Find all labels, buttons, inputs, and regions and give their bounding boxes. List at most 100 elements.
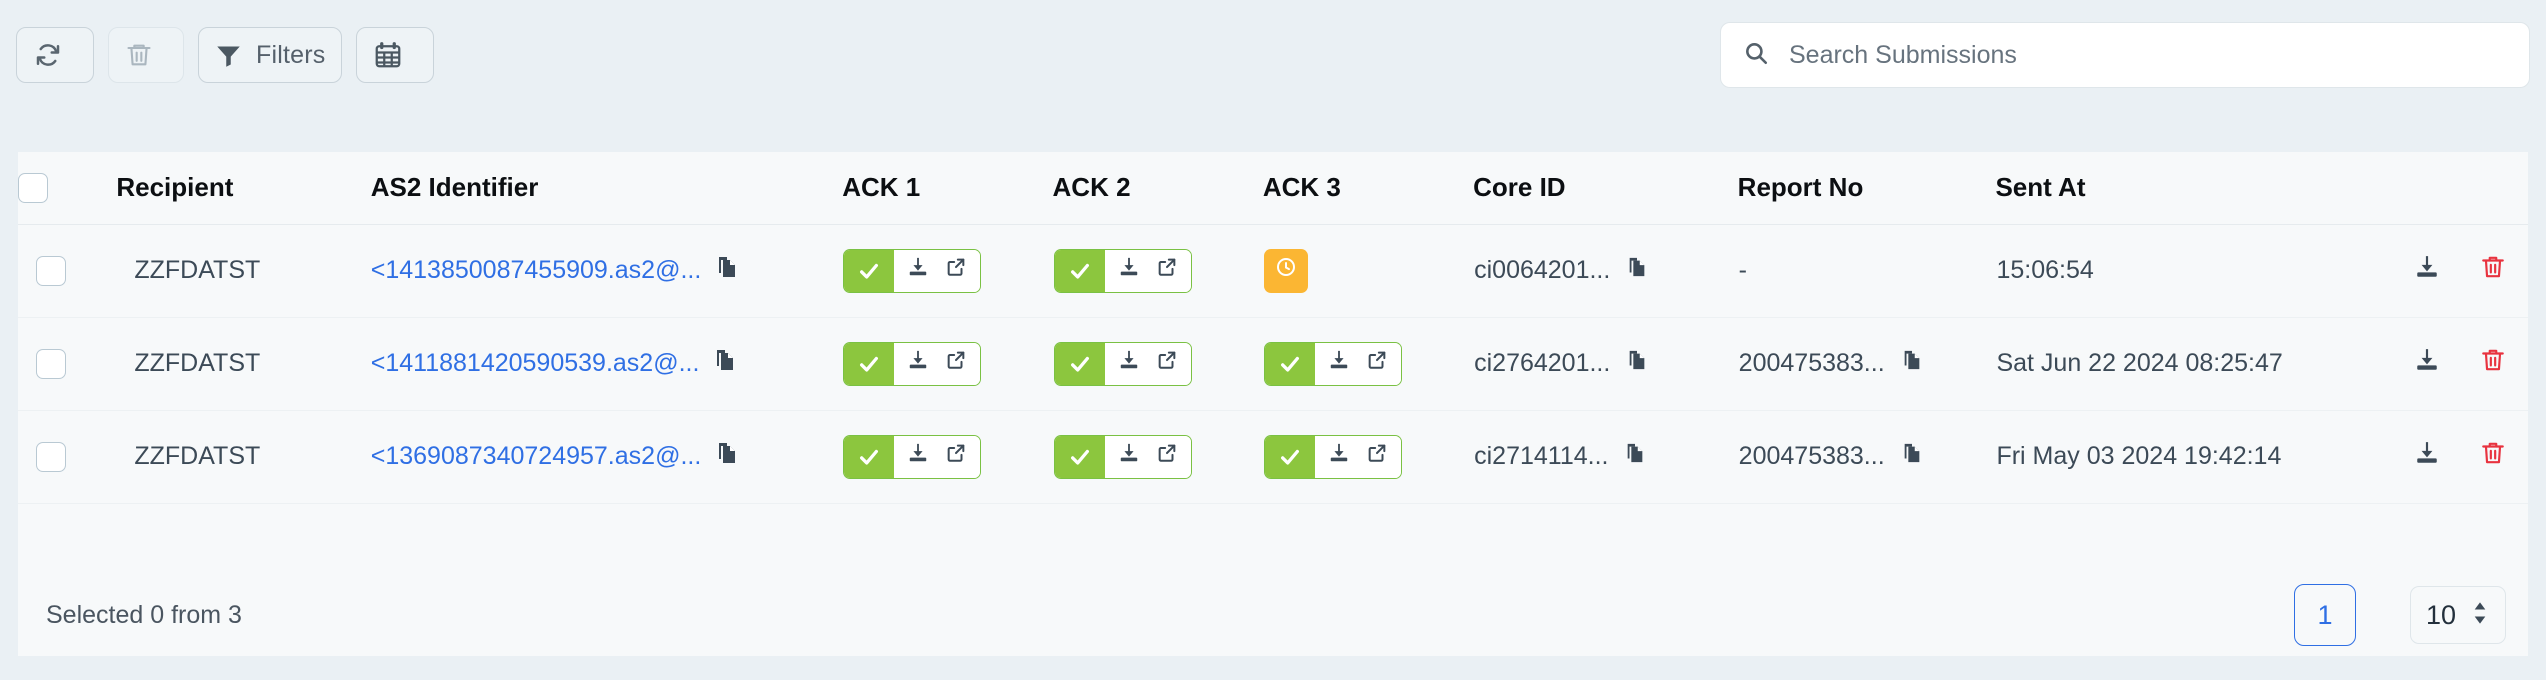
filters-label: Filters [256,40,326,69]
download-icon[interactable] [907,256,929,285]
calendar-button[interactable] [356,27,435,83]
download-icon[interactable] [1328,349,1350,378]
header-sent-at[interactable]: Sent At [1995,152,2335,225]
search-icon [1743,40,1769,71]
table-header: Recipient AS2 Identifier ACK 1 ACK 2 ACK… [18,152,2528,225]
download-icon[interactable] [907,442,929,471]
row-checkbox[interactable] [36,441,66,472]
copy-icon[interactable] [1624,442,1646,471]
select-all-checkbox[interactable] [18,172,48,203]
table-row[interactable]: ZZFDATST <1413850087455909.as2@... ci006… [18,224,2528,318]
download-icon[interactable] [2414,254,2440,287]
download-icon[interactable] [2414,347,2440,380]
download-icon[interactable] [1118,442,1140,471]
toolbar: Filters [0,0,2546,110]
external-link-icon[interactable] [1156,349,1178,378]
ack-status-complete[interactable] [1263,341,1402,386]
row-select-cell [18,224,117,318]
download-icon[interactable] [2414,440,2440,473]
cell-row-actions [2334,224,2528,318]
check-icon [1264,342,1315,385]
cell-ack2 [1052,224,1263,318]
check-icon [844,342,895,385]
download-icon[interactable] [1328,442,1350,471]
ack-status-complete[interactable] [843,341,982,386]
copy-icon[interactable] [713,348,737,379]
submissions-table: Recipient AS2 Identifier ACK 1 ACK 2 ACK… [18,152,2528,504]
copy-icon[interactable] [1901,349,1923,378]
external-link-icon[interactable] [1156,256,1178,285]
table-footer: Selected 0 from 3 1 10 [18,574,2528,656]
external-link-icon[interactable] [1366,442,1388,471]
ack-status-complete[interactable] [1053,341,1192,386]
external-link-icon[interactable] [945,442,967,471]
as2-identifier-link[interactable]: <1369087340724957.as2@... [371,442,702,471]
refresh-button[interactable] [16,27,94,83]
copy-icon[interactable] [715,441,739,472]
external-link-icon[interactable] [1156,442,1178,471]
ack-status-complete[interactable] [1053,434,1192,479]
check-icon [844,435,895,478]
copy-icon[interactable] [1626,256,1648,285]
filters-button[interactable]: Filters [198,27,343,83]
download-icon[interactable] [1118,256,1140,285]
row-select-cell [18,410,117,504]
row-checkbox[interactable] [36,255,66,286]
header-actions [2334,152,2528,225]
row-checkbox[interactable] [36,348,66,379]
search-box[interactable] [1720,22,2530,88]
search-container [1720,22,2530,88]
trash-icon [125,41,153,69]
ack-status-pending[interactable] [1263,248,1308,293]
download-icon[interactable] [1118,349,1140,378]
copy-icon[interactable] [715,255,739,286]
header-recipient[interactable]: Recipient [116,152,371,225]
check-icon [1054,249,1105,292]
cell-as2-identifier: <1369087340724957.as2@... [370,410,843,504]
page-size-selector[interactable]: 10 [2410,586,2506,644]
ack-status-complete[interactable] [1053,248,1192,293]
delete-selected-button[interactable] [108,27,184,83]
external-link-icon[interactable] [945,349,967,378]
cell-ack2 [1052,317,1263,411]
cell-recipient: ZZFDATST [116,224,371,318]
as2-identifier-link[interactable]: <1411881420590539.as2@... [371,349,700,378]
copy-icon[interactable] [1901,442,1923,471]
cell-report-no: 200475383... [1737,317,1996,411]
header-ack1[interactable]: ACK 1 [842,152,1053,225]
header-report-no[interactable]: Report No [1737,152,1996,225]
table-row[interactable]: ZZFDATST <1369087340724957.as2@... ci271… [18,410,2528,504]
cell-recipient: ZZFDATST [116,410,371,504]
ack-status-complete[interactable] [843,434,982,479]
check-icon [1054,342,1105,385]
cell-row-actions [2334,317,2528,411]
page-button-1[interactable]: 1 [2294,584,2356,646]
table-row[interactable]: ZZFDATST <1411881420590539.as2@... ci276… [18,317,2528,411]
cell-sent-at: Fri May 03 2024 19:42:14 [1995,410,2335,504]
delete-icon[interactable] [2480,347,2506,380]
report-no-value: 200475383... [1738,442,1885,470]
cell-report-no: 200475383... [1737,410,1996,504]
download-icon[interactable] [907,349,929,378]
header-as2-identifier[interactable]: AS2 Identifier [370,152,843,225]
core-id-value: ci0064201... [1474,256,1611,284]
delete-icon[interactable] [2480,440,2506,473]
copy-icon[interactable] [1626,349,1648,378]
row-select-cell [18,317,117,411]
cell-sent-at: 15:06:54 [1995,224,2335,318]
cell-as2-identifier: <1413850087455909.as2@... [370,224,843,318]
header-core-id[interactable]: Core ID [1473,152,1738,225]
delete-icon[interactable] [2480,254,2506,287]
check-icon [844,249,895,292]
header-ack3[interactable]: ACK 3 [1262,152,1474,225]
search-input[interactable] [1787,39,2507,71]
header-ack2[interactable]: ACK 2 [1052,152,1263,225]
external-link-icon[interactable] [945,256,967,285]
cell-sent-at: Sat Jun 22 2024 08:25:47 [1995,317,2335,411]
as2-identifier-link[interactable]: <1413850087455909.as2@... [371,256,702,285]
header-row: Recipient AS2 Identifier ACK 1 ACK 2 ACK… [18,152,2528,225]
submissions-table-card: Recipient AS2 Identifier ACK 1 ACK 2 ACK… [18,152,2528,656]
ack-status-complete[interactable] [843,248,982,293]
external-link-icon[interactable] [1366,349,1388,378]
ack-status-complete[interactable] [1263,434,1402,479]
